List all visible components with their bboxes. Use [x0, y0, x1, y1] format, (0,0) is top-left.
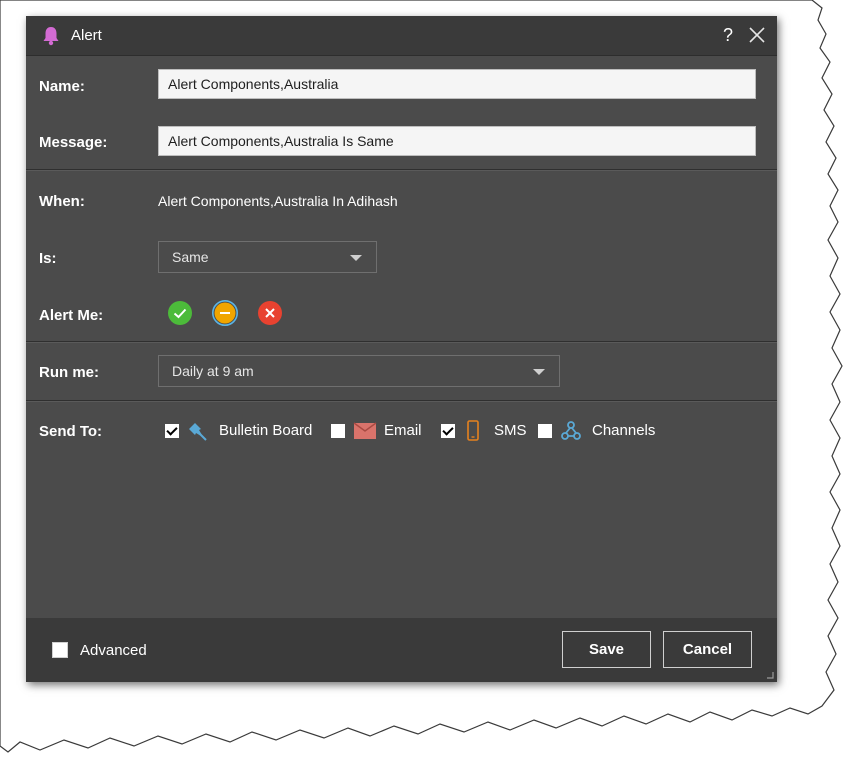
sms-label: SMS: [494, 422, 527, 439]
run-me-dropdown[interactable]: Daily at 9 am: [158, 355, 560, 387]
advanced-checkbox[interactable]: [52, 642, 68, 658]
alert-me-no-option[interactable]: [257, 300, 283, 326]
dialog-footer: Advanced Save Cancel: [26, 618, 777, 682]
send-to-label: Send To:: [39, 423, 103, 440]
help-button[interactable]: ?: [723, 25, 733, 46]
sms-checkbox[interactable]: [441, 424, 455, 438]
mobile-phone-icon: [467, 420, 479, 441]
alert-me-maybe-option[interactable]: [212, 300, 238, 326]
dialog-title: Alert: [71, 27, 102, 44]
run-me-dropdown-value: Daily at 9 am: [172, 363, 254, 379]
when-label: When:: [39, 193, 85, 210]
when-value: Alert Components,Australia In Adihash: [158, 193, 398, 209]
envelope-icon: [353, 422, 377, 439]
chevron-down-icon: [350, 255, 362, 261]
message-field[interactable]: [158, 126, 756, 156]
name-label: Name:: [39, 78, 85, 95]
advanced-label[interactable]: Advanced: [80, 642, 147, 659]
alert-me-yes-option[interactable]: [167, 300, 193, 326]
send-to-bulletin-board[interactable]: Bulletin Board: [165, 420, 315, 442]
section-divider: [26, 400, 777, 402]
channels-label: Channels: [592, 422, 656, 439]
is-dropdown[interactable]: Same: [158, 241, 377, 273]
channels-checkbox[interactable]: [538, 424, 552, 438]
email-checkbox[interactable]: [331, 424, 345, 438]
alert-dialog: Alert ? Name: Message: When: Alert Compo…: [26, 16, 777, 682]
close-icon[interactable]: [748, 26, 766, 44]
send-to-channels[interactable]: Channels: [538, 420, 668, 442]
name-field[interactable]: [158, 69, 756, 99]
is-label: Is:: [39, 250, 57, 267]
dialog-titlebar: Alert ?: [26, 16, 777, 56]
pushpin-icon: [189, 423, 207, 441]
minus-circle-icon: [212, 300, 238, 326]
chevron-down-icon: [533, 369, 545, 375]
save-button[interactable]: Save: [562, 631, 651, 668]
email-label: Email: [384, 422, 422, 439]
send-to-email[interactable]: Email: [331, 420, 431, 442]
x-circle-icon: [258, 301, 282, 325]
bulletin-board-checkbox[interactable]: [165, 424, 179, 438]
message-label: Message:: [39, 134, 108, 151]
bulletin-board-label: Bulletin Board: [219, 422, 313, 439]
send-to-sms[interactable]: SMS: [441, 420, 531, 442]
section-divider: [26, 341, 777, 343]
cancel-button[interactable]: Cancel: [663, 631, 752, 668]
alert-me-label: Alert Me:: [39, 307, 104, 324]
resize-grip-icon[interactable]: [765, 670, 774, 679]
webhook-icon: [561, 421, 581, 440]
run-me-label: Run me:: [39, 364, 99, 381]
section-divider: [26, 169, 777, 171]
bell-icon: [43, 27, 59, 46]
is-dropdown-value: Same: [172, 249, 209, 265]
check-circle-icon: [168, 301, 192, 325]
